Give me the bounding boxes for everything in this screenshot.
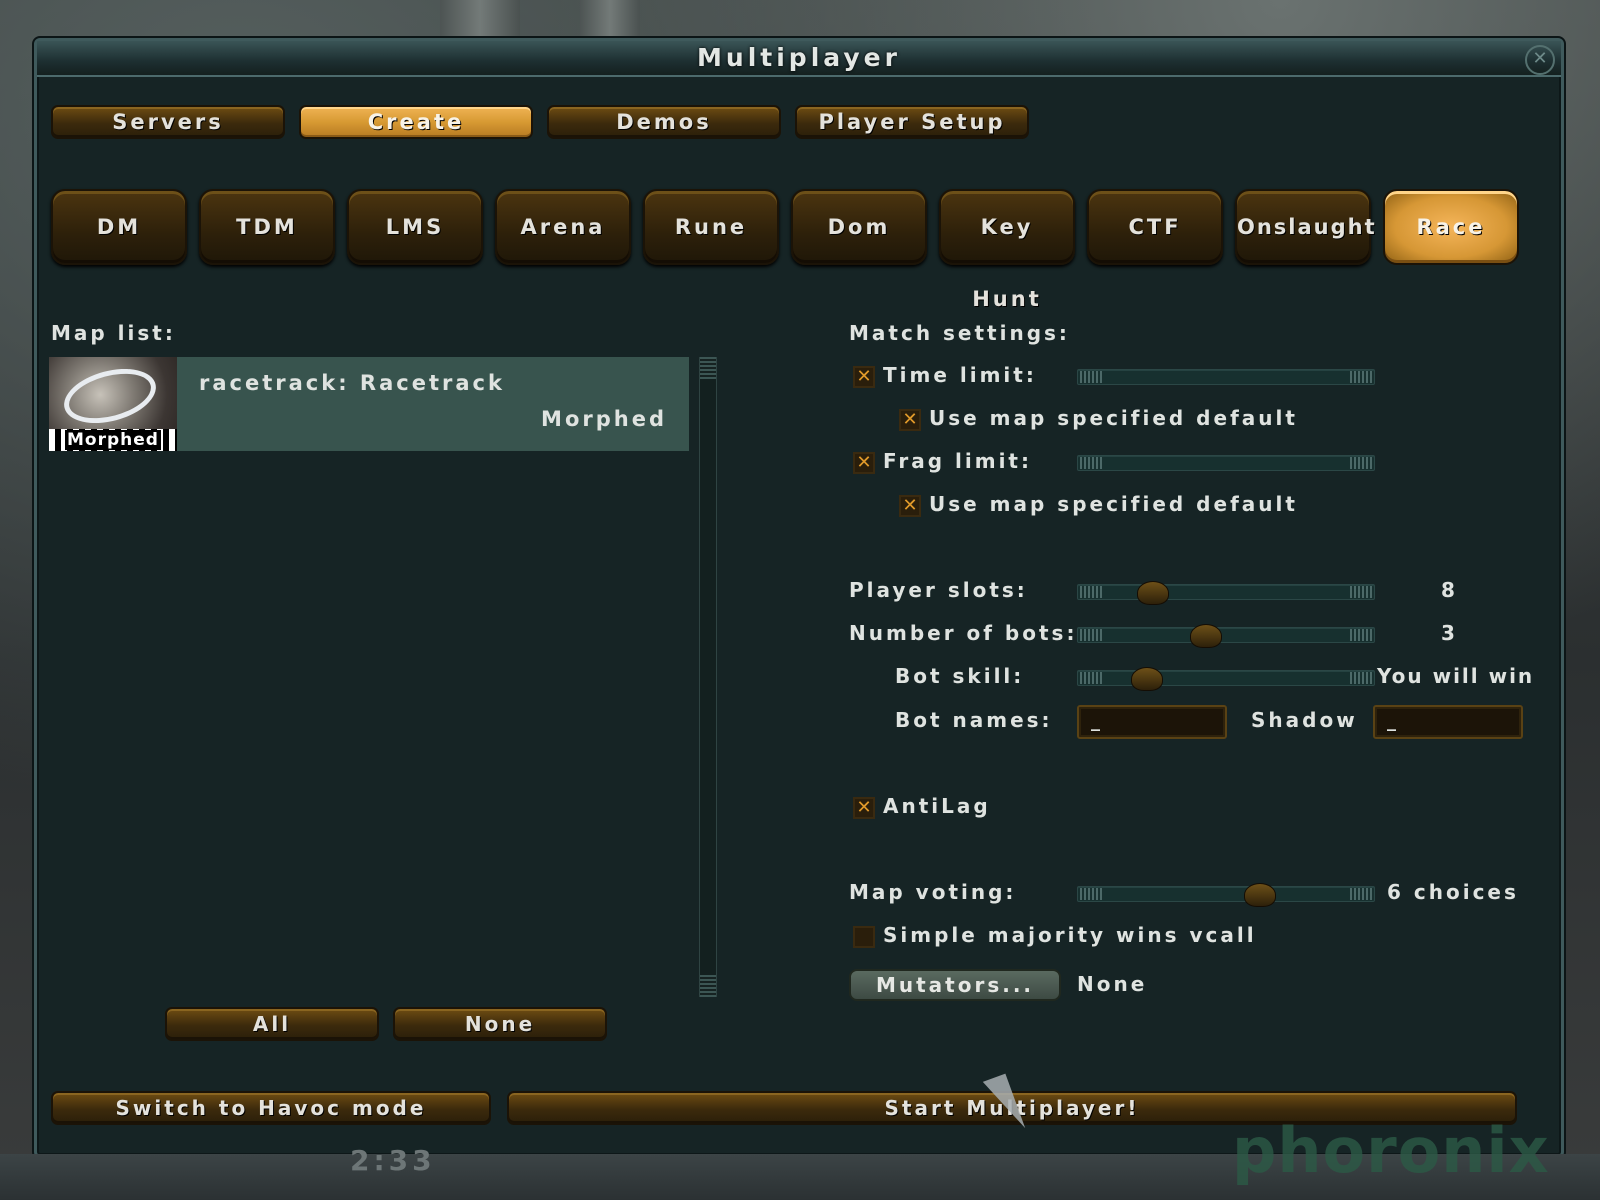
map-thumbnail: Morphed [49,357,177,451]
gametype-dom[interactable]: Dom [791,189,927,265]
gametype-dm[interactable]: DM [51,189,187,265]
watermark: phoronix [1232,1114,1550,1187]
close-icon[interactable]: ✕ [1525,45,1555,75]
frag-limit-slider[interactable] [1077,455,1375,471]
bots-slider[interactable] [1077,624,1375,648]
antilag-label: AntiLag [883,794,991,818]
bot-names-field-1[interactable]: _ [1077,705,1227,739]
map-voting-label: Map voting: [849,880,1017,904]
frag-limit-label: Frag limit: [883,449,1032,473]
scroll-down-icon[interactable] [700,975,716,997]
time-limit-slider[interactable] [1077,369,1375,385]
frag-default-checkbox[interactable]: ✕ [899,495,921,517]
scroll-up-icon[interactable] [700,357,716,379]
map-voting-slider[interactable] [1077,883,1375,907]
mutators-button[interactable]: Mutators... [849,969,1061,1001]
mutators-value: None [1077,972,1148,996]
simple-majority-label: Simple majority wins vcall [883,923,1257,947]
time-limit-checkbox[interactable]: ✕ [853,366,875,388]
map-name: racetrack: Racetrack [199,371,505,395]
bot-skill-value: You will win [1377,664,1535,688]
gametype-key-hunt[interactable]: Key Hunt [939,189,1075,311]
title-bar[interactable]: Multiplayer ✕ [37,41,1561,77]
select-all-button[interactable]: All [165,1007,379,1041]
gametype-race[interactable]: Race [1383,189,1519,265]
map-voting-value: 6 choices [1387,880,1519,904]
select-none-button[interactable]: None [393,1007,607,1041]
map-voting-slider-thumb[interactable] [1243,883,1276,907]
tab-player-setup[interactable]: Player Setup [795,105,1029,139]
player-slots-slider[interactable] [1077,581,1375,605]
time-limit-label: Time limit: [883,363,1037,387]
bot-names-field-2[interactable]: _ [1373,705,1523,739]
gametype-onslaught[interactable]: Onslaught [1235,189,1375,265]
gametype-lms[interactable]: LMS [347,189,483,265]
hud-clock: 2:33 [350,1144,436,1177]
bots-slider-thumb[interactable] [1190,624,1223,648]
gametype-ctf[interactable]: CTF [1087,189,1223,265]
gametype-tdm[interactable]: TDM [199,189,335,265]
bots-label: Number of bots: [849,621,1078,645]
bot-skill-label: Bot skill: [895,664,1025,688]
gametype-arena[interactable]: Arena [495,189,631,265]
tab-servers[interactable]: Servers [51,105,285,139]
bot-names-label: Bot names: [895,708,1053,732]
antilag-checkbox[interactable]: ✕ [853,797,875,819]
frag-default-label: Use map specified default [929,492,1298,516]
frag-limit-checkbox[interactable]: ✕ [853,452,875,474]
map-list[interactable]: Morphed racetrack: Racetrack Morphed [49,357,689,997]
map-list-label: Map list: [51,321,176,345]
player-slots-slider-thumb[interactable] [1137,581,1169,605]
dialog-title: Multiplayer [697,43,901,72]
thumbnail-author: Morphed [65,430,161,450]
bots-value: 3 [1441,621,1458,645]
bot-skill-slider-thumb[interactable] [1131,667,1164,691]
map-list-scrollbar[interactable] [699,357,717,997]
time-default-checkbox[interactable]: ✕ [899,409,921,431]
list-item[interactable]: Morphed racetrack: Racetrack Morphed [49,357,689,451]
gametype-rune[interactable]: Rune [643,189,779,265]
player-slots-value: 8 [1441,578,1458,602]
match-settings-label: Match settings: [849,321,1070,345]
switch-havoc-button[interactable]: Switch to Havoc mode [51,1091,491,1125]
map-author: Morphed [541,407,667,431]
player-slots-label: Player slots: [849,578,1028,602]
bot-skill-slider[interactable] [1077,667,1375,691]
tab-create[interactable]: Create [299,105,533,139]
time-default-label: Use map specified default [929,406,1298,430]
simple-majority-checkbox[interactable] [853,926,875,948]
tab-demos[interactable]: Demos [547,105,781,139]
bot-names-shadow-label: Shadow [1251,708,1358,732]
multiplayer-dialog: Multiplayer ✕ Servers Create Demos Playe… [34,38,1564,1158]
